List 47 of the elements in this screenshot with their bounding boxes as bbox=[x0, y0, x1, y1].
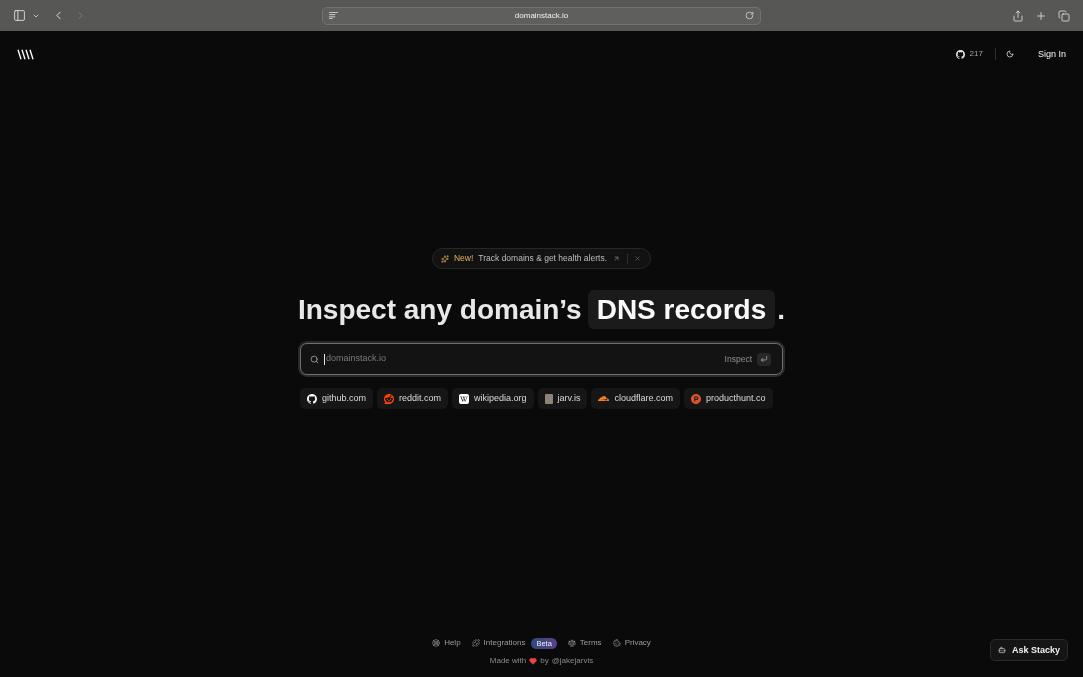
new-label: New! bbox=[453, 254, 474, 263]
new-tab-icon[interactable] bbox=[1035, 9, 1047, 22]
close-icon bbox=[634, 255, 641, 262]
robot-icon bbox=[997, 646, 1006, 654]
credit-text: Made with bbox=[489, 657, 527, 665]
heart-icon bbox=[529, 657, 538, 665]
domain-suggestion[interactable]: producthunt.co bbox=[683, 388, 773, 409]
sidebar-icon[interactable] bbox=[13, 9, 26, 22]
close-button[interactable] bbox=[633, 254, 642, 263]
github-stars-link[interactable]: 217 bbox=[955, 48, 983, 60]
text-cursor-icon bbox=[324, 353, 325, 365]
heading-text: Inspect any domain’s bbox=[297, 295, 582, 324]
tabs-overview-icon[interactable] bbox=[1058, 9, 1070, 22]
domain-suggestion[interactable]: cloudflare.com bbox=[591, 388, 680, 409]
url-text: domainstack.io bbox=[513, 11, 570, 20]
heading-punctuation: . bbox=[777, 295, 786, 324]
enter-key-icon bbox=[757, 352, 771, 366]
credit-text: by bbox=[540, 657, 549, 665]
sign-in-button[interactable]: Sign In bbox=[1029, 45, 1074, 63]
moon-icon bbox=[1005, 50, 1014, 58]
cookie-icon bbox=[612, 639, 621, 648]
puzzle-icon bbox=[471, 639, 480, 648]
announcement-link[interactable]: Track domains & get health alerts. bbox=[478, 254, 607, 263]
footer-link[interactable]: Help bbox=[432, 639, 461, 648]
footer-link[interactable]: Terms bbox=[567, 639, 602, 648]
search-icon bbox=[310, 354, 319, 364]
search-field[interactable]: domainstack.io Inspect bbox=[300, 343, 783, 375]
domain-suggestion[interactable]: wikipedia.org bbox=[452, 388, 534, 409]
lifebuoy-icon bbox=[432, 639, 441, 648]
footer-link[interactable]: Privacy bbox=[612, 639, 651, 648]
domain-suggestion[interactable]: reddit.com bbox=[377, 388, 449, 409]
address-bar[interactable]: domainstack.io bbox=[322, 6, 761, 25]
domain-suggestion[interactable]: jarv.is bbox=[537, 388, 588, 409]
share-icon[interactable] bbox=[1012, 9, 1024, 22]
inspect-button[interactable]: Inspect bbox=[724, 352, 771, 366]
scale-icon bbox=[567, 639, 576, 648]
author-link[interactable]: @jakejarvis bbox=[551, 657, 594, 665]
arrow-up-right-icon bbox=[613, 255, 620, 262]
theme-toggle-button[interactable] bbox=[1003, 48, 1016, 60]
highlighted-term: DNS records bbox=[587, 290, 776, 329]
reload-icon[interactable] bbox=[745, 11, 754, 20]
sparkles-icon bbox=[440, 254, 449, 263]
reader-icon[interactable] bbox=[329, 12, 338, 19]
logo-icon[interactable] bbox=[17, 48, 36, 60]
domain-suggestion[interactable]: github.com bbox=[300, 388, 374, 409]
assistant-button[interactable]: Ask Stacky bbox=[989, 639, 1068, 661]
cat-silhouette-icon bbox=[955, 49, 965, 59]
